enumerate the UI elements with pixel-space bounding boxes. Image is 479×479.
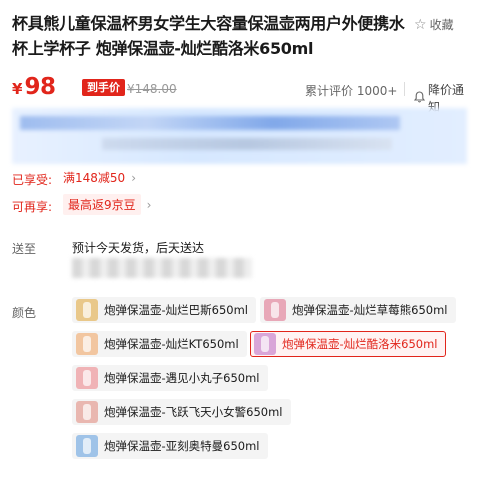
available-promo-value: 最高返9京豆	[63, 194, 141, 215]
enjoyed-promo-label: 已享受:	[12, 173, 53, 187]
delivery-estimate: 预计今天发货，后天送达	[72, 241, 205, 255]
color-option-label: 炮弹保温壶-灿烂酷洛米650ml	[282, 337, 438, 351]
price-amount: 98	[24, 74, 56, 100]
ship-to-label: 送至	[12, 242, 37, 256]
final-price-badge: 到手价	[82, 79, 125, 96]
color-option[interactable]: 炮弹保温壶-灿烂KT650ml	[72, 331, 247, 357]
product-thumbnail	[254, 333, 276, 355]
chevron-right-icon: ›	[146, 197, 152, 212]
color-option[interactable]: 炮弹保温壶-遇见小丸子650ml	[72, 365, 268, 391]
color-option-label: 炮弹保温壶-灿烂KT650ml	[104, 337, 239, 351]
color-option-label: 炮弹保温壶-飞跃飞天小女警650ml	[104, 405, 283, 419]
color-label: 颜色	[12, 306, 37, 320]
favorite-label: 收藏	[429, 18, 454, 32]
divider	[404, 82, 405, 96]
enjoyed-promo[interactable]: 满148减50 ›	[63, 169, 136, 186]
star-outline-icon: ☆	[414, 16, 427, 33]
blurred-content	[20, 116, 400, 130]
bell-icon	[413, 90, 426, 106]
product-thumbnail	[76, 299, 98, 321]
color-option[interactable]: 炮弹保温壶-灿烂巴斯650ml	[72, 297, 256, 323]
color-option-selected[interactable]: 炮弹保温壶-灿烂酷洛米650ml	[250, 331, 446, 357]
product-thumbnail	[76, 367, 98, 389]
favorite-button[interactable]: ☆ 收藏	[414, 16, 454, 33]
color-option-label: 炮弹保温壶-遇见小丸子650ml	[104, 371, 260, 385]
product-thumbnail	[76, 333, 98, 355]
blurred-promo-banner	[12, 108, 467, 164]
color-option[interactable]: 炮弹保温壶-灿烂草莓熊650ml	[260, 297, 456, 323]
product-thumbnail	[76, 435, 98, 457]
original-price: ¥148.00	[127, 82, 177, 96]
price: ¥ 98	[12, 74, 56, 100]
color-option-label: 炮弹保温壶-亚刻奥特曼650ml	[104, 439, 260, 453]
product-thumbnail	[76, 401, 98, 423]
color-option[interactable]: 炮弹保温壶-飞跃飞天小女警650ml	[72, 399, 291, 425]
available-promo-label: 可再享:	[12, 200, 53, 214]
product-title: 杯具熊儿童保温杯男女学生大容量保温壶两用户外便携水杯上学杯子 炮弹保温壶-灿烂酷…	[12, 14, 405, 58]
enjoyed-promo-value: 满148减50	[63, 171, 126, 185]
available-promo[interactable]: 最高返9京豆 ›	[63, 194, 151, 215]
blurred-address[interactable]	[72, 258, 252, 278]
currency-symbol: ¥	[12, 80, 23, 98]
chevron-right-icon: ›	[131, 170, 136, 185]
color-option[interactable]: 炮弹保温壶-亚刻奥特曼650ml	[72, 433, 268, 459]
review-count-link[interactable]: 累计评价 1000+	[305, 82, 397, 99]
price-row: ¥ 98 到手价 ¥148.00 累计评价 1000+ 降价通知	[12, 74, 467, 114]
color-option-label: 炮弹保温壶-灿烂草莓熊650ml	[292, 303, 448, 317]
blurred-content	[102, 138, 392, 150]
product-thumbnail	[264, 299, 286, 321]
color-option-label: 炮弹保温壶-灿烂巴斯650ml	[104, 303, 248, 317]
